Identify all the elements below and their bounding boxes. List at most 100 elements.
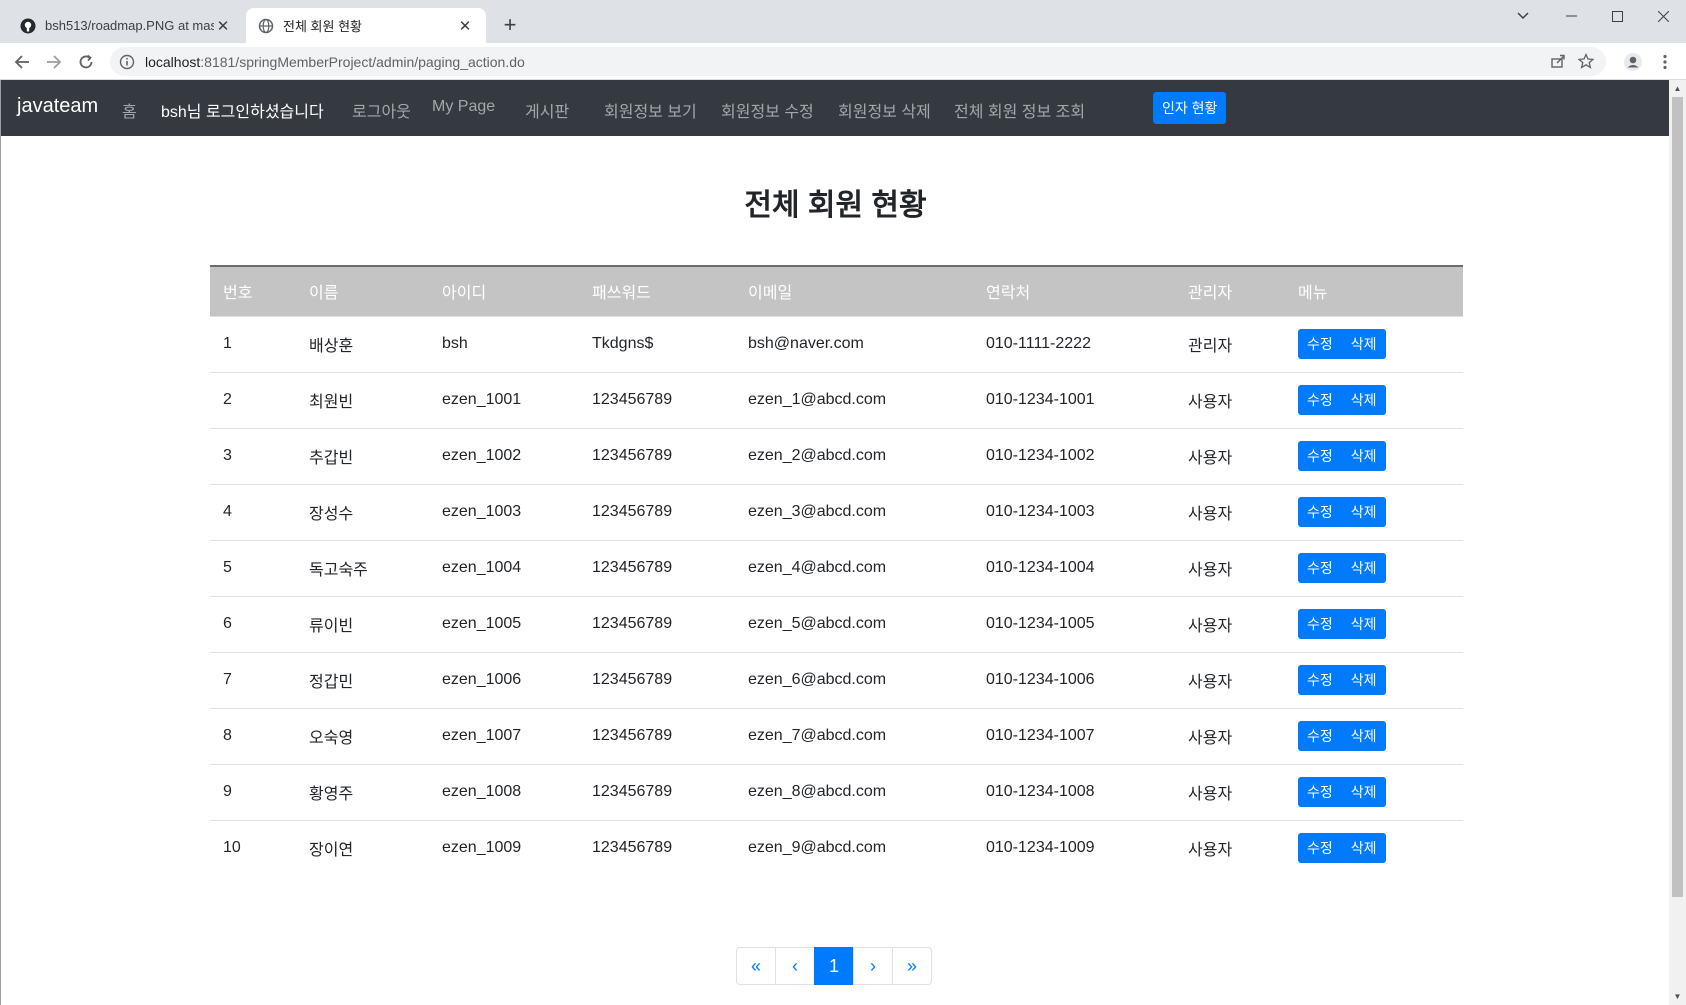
- minimize-icon[interactable]: [1548, 0, 1594, 32]
- cell-password: Tkdgns$: [579, 315, 735, 372]
- column-header: 이메일: [735, 265, 973, 316]
- browser-tab-github[interactable]: bsh513/roadmap.PNG at master ✕: [8, 8, 244, 43]
- cell-name: 최원빈: [296, 371, 429, 428]
- next-page-button[interactable]: ›: [853, 947, 893, 985]
- first-page-button[interactable]: «: [736, 947, 776, 985]
- table-row: 7 정갑민 ezen_1006 123456789 ezen_6@abcd.com 010…: [210, 651, 1463, 708]
- cell-number: 5: [210, 539, 296, 596]
- cell-number: 1: [210, 315, 296, 372]
- table-row: 10 장이연 ezen_1009 123456789 ezen_9@abcd.com 01…: [210, 819, 1463, 876]
- app-navbar: javateam 홈 bsh님 로그인하셨습니다 로그아웃 My Page 게시…: [1, 80, 1670, 136]
- row-actions: 수정 삭제: [1298, 609, 1386, 639]
- nav-member-delete[interactable]: 회원정보 삭제: [838, 98, 931, 122]
- profile-icon[interactable]: [1620, 49, 1646, 75]
- site-info-icon[interactable]: [119, 54, 135, 70]
- scroll-down-arrow-icon[interactable]: ▼: [1669, 988, 1686, 1005]
- cell-id: bsh: [429, 315, 579, 372]
- nav-login-status: bsh님 로그인하셨습니다: [161, 104, 324, 121]
- cell-id: ezen_1008: [429, 763, 579, 820]
- page-scrollbar[interactable]: ▲ ▼: [1669, 80, 1686, 1005]
- nav-board[interactable]: 게시판: [525, 98, 569, 122]
- cell-number: 9: [210, 763, 296, 820]
- bookmark-star-icon[interactable]: [1578, 53, 1594, 69]
- delete-button[interactable]: 삭제: [1341, 665, 1386, 695]
- edit-button[interactable]: 수정: [1298, 833, 1342, 864]
- prev-page-button[interactable]: ‹: [775, 947, 815, 985]
- cell-email: ezen_7@abcd.com: [735, 707, 973, 764]
- last-page-button[interactable]: »: [892, 947, 932, 985]
- delete-button[interactable]: 삭제: [1341, 329, 1386, 359]
- nav-member-edit[interactable]: 회원정보 수정: [721, 98, 814, 122]
- nav-my-page[interactable]: My Page: [432, 98, 495, 116]
- cell-email: ezen_2@abcd.com: [735, 427, 973, 484]
- delete-button[interactable]: 삭제: [1341, 441, 1386, 471]
- github-icon: [20, 18, 36, 33]
- cell-role: 사용자: [1175, 819, 1285, 876]
- column-header: 메뉴: [1285, 265, 1463, 316]
- cell-role: 관리자: [1175, 315, 1285, 372]
- forward-icon[interactable]: [41, 49, 67, 75]
- share-icon[interactable]: [1550, 53, 1566, 69]
- cell-role: 사용자: [1175, 707, 1285, 764]
- delete-button[interactable]: 삭제: [1341, 777, 1386, 807]
- reload-icon[interactable]: [73, 49, 99, 75]
- delete-button[interactable]: 삭제: [1341, 609, 1386, 639]
- back-icon[interactable]: [9, 49, 35, 75]
- cell-id: ezen_1009: [429, 819, 579, 876]
- cell-email: ezen_6@abcd.com: [735, 651, 973, 708]
- page-viewport: javateam 홈 bsh님 로그인하셨습니다 로그아웃 My Page 게시…: [0, 80, 1686, 1005]
- delete-button[interactable]: 삭제: [1341, 833, 1386, 864]
- edit-button[interactable]: 수정: [1298, 441, 1342, 471]
- column-header: 관리자: [1175, 265, 1285, 316]
- row-actions: 수정 삭제: [1298, 833, 1386, 864]
- cell-id: ezen_1001: [429, 371, 579, 428]
- address-bar[interactable]: localhost:8181/springMemberProject/admin…: [110, 47, 1606, 76]
- cell-password: 123456789: [579, 427, 735, 484]
- row-actions: 수정 삭제: [1298, 665, 1386, 695]
- edit-button[interactable]: 수정: [1298, 721, 1342, 751]
- table-row: 9 황영주 ezen_1008 123456789 ezen_8@abcd.com 010…: [210, 763, 1463, 820]
- table-row: 3 추갑빈 ezen_1002 123456789 ezen_2@abcd.com 010…: [210, 427, 1463, 484]
- close-tab-icon[interactable]: ✕: [456, 17, 474, 35]
- nav-member-view[interactable]: 회원정보 보기: [604, 98, 697, 122]
- browser-tab-members[interactable]: 전체 회원 현황 ✕: [246, 8, 486, 43]
- delete-button[interactable]: 삭제: [1341, 497, 1386, 527]
- page-button-current[interactable]: 1: [814, 947, 854, 985]
- nav-all-members[interactable]: 전체 회원 정보 조회: [954, 98, 1085, 122]
- edit-button[interactable]: 수정: [1298, 609, 1342, 639]
- delete-button[interactable]: 삭제: [1341, 553, 1386, 583]
- edit-button[interactable]: 수정: [1298, 777, 1342, 807]
- table-row: 1 배상훈 bsh Tkdgns$ bsh@naver.com 010-1111-2222…: [210, 315, 1463, 372]
- row-actions: 수정 삭제: [1298, 497, 1386, 527]
- browser-menu-icon[interactable]: [1652, 49, 1678, 75]
- nav-cta-button[interactable]: 인자 현황: [1153, 92, 1227, 124]
- new-tab-button[interactable]: +: [498, 12, 522, 37]
- maximize-icon[interactable]: [1594, 0, 1640, 32]
- cell-password: 123456789: [579, 595, 735, 652]
- nav-home[interactable]: 홈: [122, 98, 137, 122]
- close-window-icon[interactable]: [1640, 0, 1686, 32]
- close-tab-icon[interactable]: ✕: [214, 17, 232, 35]
- cell-name: 장성수: [296, 483, 429, 540]
- cell-name: 배상훈: [296, 315, 429, 372]
- cell-email: ezen_5@abcd.com: [735, 595, 973, 652]
- delete-button[interactable]: 삭제: [1341, 385, 1386, 415]
- tab-title: 전체 회원 현황: [283, 19, 362, 34]
- cell-name: 장이연: [296, 819, 429, 876]
- scrollbar-thumb[interactable]: [1672, 97, 1683, 897]
- scroll-up-arrow-icon[interactable]: ▲: [1669, 80, 1686, 97]
- edit-button[interactable]: 수정: [1298, 665, 1342, 695]
- tab-search-icon[interactable]: [1500, 0, 1546, 32]
- cell-name: 독고숙주: [296, 539, 429, 596]
- edit-button[interactable]: 수정: [1298, 385, 1342, 415]
- cell-name: 오숙영: [296, 707, 429, 764]
- cell-role: 사용자: [1175, 595, 1285, 652]
- cell-id: ezen_1003: [429, 483, 579, 540]
- edit-button[interactable]: 수정: [1298, 329, 1342, 359]
- nav-logout[interactable]: 로그아웃: [352, 98, 411, 122]
- edit-button[interactable]: 수정: [1298, 553, 1342, 583]
- delete-button[interactable]: 삭제: [1341, 721, 1386, 751]
- cell-phone: 010-1234-1007: [973, 707, 1175, 764]
- edit-button[interactable]: 수정: [1298, 497, 1342, 527]
- navbar-brand[interactable]: javateam: [17, 95, 98, 118]
